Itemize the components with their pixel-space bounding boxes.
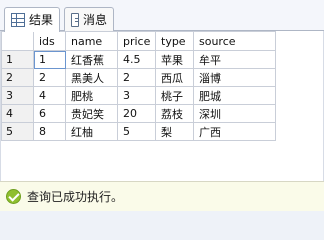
- header-name[interactable]: name: [65, 31, 118, 51]
- cell-type[interactable]: 西瓜: [155, 68, 194, 87]
- header-row: ids name price type source: [1, 31, 276, 51]
- cell-name[interactable]: 红柚: [65, 122, 118, 141]
- cell-name[interactable]: 贵妃笑: [65, 104, 118, 123]
- results-tab-bar: 结果 消息: [0, 0, 324, 32]
- cell-ids[interactable]: 6: [33, 104, 66, 123]
- cell-price[interactable]: 3: [117, 86, 156, 105]
- header-type[interactable]: type: [155, 31, 194, 51]
- header-rownum: [1, 31, 34, 51]
- header-price[interactable]: price: [117, 31, 156, 51]
- cell-price[interactable]: 5: [117, 122, 156, 141]
- check-circle-icon: [6, 189, 21, 204]
- status-message: 查询已成功执行。: [27, 190, 124, 204]
- row-number[interactable]: 2: [1, 68, 34, 87]
- row-number[interactable]: 4: [1, 104, 34, 123]
- cell-ids[interactable]: 8: [33, 122, 66, 141]
- table-row[interactable]: 5 8 红柚 5 梨 广西: [1, 122, 276, 141]
- cell-source[interactable]: 深圳: [193, 104, 276, 123]
- table-row[interactable]: 1 1 红香蕉 4.5 苹果 牟平: [1, 50, 276, 69]
- cell-source[interactable]: 牟平: [193, 50, 276, 69]
- cell-name[interactable]: 肥桃: [65, 86, 118, 105]
- cell-name[interactable]: 黑美人: [65, 68, 118, 87]
- cell-type[interactable]: 桃子: [155, 86, 194, 105]
- tab-results-label: 结果: [28, 13, 53, 27]
- cell-type[interactable]: 梨: [155, 122, 194, 141]
- cell-source[interactable]: 肥城: [193, 86, 276, 105]
- cell-type[interactable]: 荔枝: [155, 104, 194, 123]
- cell-type[interactable]: 苹果: [155, 50, 194, 69]
- row-number[interactable]: 5: [1, 122, 34, 141]
- cell-price[interactable]: 4.5: [117, 50, 156, 69]
- header-ids[interactable]: ids: [33, 31, 66, 51]
- status-bar: 查询已成功执行。: [0, 181, 324, 211]
- cell-price[interactable]: 20: [117, 104, 156, 123]
- cell-source[interactable]: 淄博: [193, 68, 276, 87]
- table-row[interactable]: 2 2 黑美人 2 西瓜 淄博: [1, 68, 276, 87]
- tab-messages-label: 消息: [82, 12, 107, 27]
- cell-source[interactable]: 广西: [193, 122, 276, 141]
- cell-name[interactable]: 红香蕉: [65, 50, 118, 69]
- row-number[interactable]: 1: [1, 50, 34, 69]
- tab-results[interactable]: 结果: [4, 7, 60, 32]
- header-source[interactable]: source: [193, 31, 276, 51]
- cell-price[interactable]: 2: [117, 68, 156, 87]
- row-number[interactable]: 3: [1, 86, 34, 105]
- cell-ids[interactable]: 2: [33, 68, 66, 87]
- results-grid-panel: ids name price type source 1 1 红香蕉 4.5 苹…: [0, 31, 324, 181]
- table-row[interactable]: 4 6 贵妃笑 20 荔枝 深圳: [1, 104, 276, 123]
- cell-ids[interactable]: 1: [33, 50, 66, 69]
- cell-ids[interactable]: 4: [33, 86, 66, 105]
- results-grid: ids name price type source 1 1 红香蕉 4.5 苹…: [1, 31, 276, 141]
- tab-messages[interactable]: 消息: [64, 7, 114, 31]
- grid-icon: [11, 13, 25, 27]
- table-row[interactable]: 3 4 肥桃 3 桃子 肥城: [1, 86, 276, 105]
- message-icon: [71, 12, 79, 27]
